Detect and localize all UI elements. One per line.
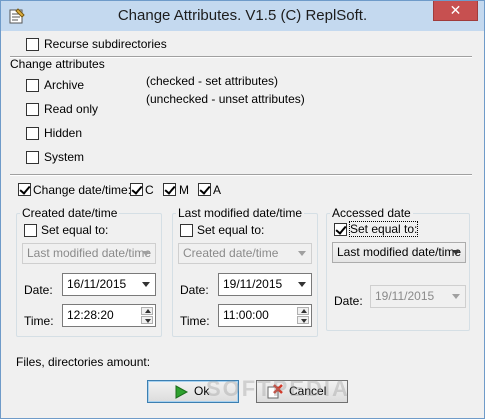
created-set-equal-checkbox[interactable] [24,224,37,237]
accessed-date-label: Date: [334,294,363,308]
modified-date-label: Date: [180,283,209,297]
modified-date-value: 19/11/2015 [223,277,283,291]
change-attributes-heading: Change attributes [10,57,105,71]
dialog-window: Change Attributes. V1.5 (C) ReplSoft. ✕ … [0,0,485,419]
read-only-label[interactable]: Read only [44,102,98,116]
accessed-date-value: 19/11/2015 [375,289,435,303]
change-datetime-checkbox[interactable] [18,183,31,196]
accessed-source-select[interactable]: Last modified date/time [332,242,466,263]
c-label[interactable]: C [145,183,154,197]
modified-set-equal-checkbox[interactable] [180,224,193,237]
a-label[interactable]: A [213,183,221,197]
spin-up-icon[interactable] [297,307,309,315]
spin-down-icon[interactable] [141,316,153,324]
hint-checked: (checked - set attributes) [146,74,279,88]
archive-checkbox[interactable] [26,79,39,92]
recurse-checkbox[interactable] [26,38,39,51]
created-date-value: 16/11/2015 [67,277,127,291]
window-title: Change Attributes. V1.5 (C) ReplSoft. [117,7,368,24]
modified-time-value: 11:00:00 [223,308,269,322]
c-checkbox[interactable] [130,183,143,196]
amount-label: Files, directories amount: [16,355,151,369]
title-bar[interactable]: Change Attributes. V1.5 (C) ReplSoft. ✕ [1,1,484,31]
created-date-picker[interactable]: 16/11/2015 [62,273,156,296]
divider [10,174,472,176]
spin-down-icon[interactable] [297,316,309,324]
modified-date-picker[interactable]: 19/11/2015 [218,273,312,296]
dialog-body: Recurse subdirectories Change attributes… [8,31,477,413]
accessed-group-title: Accessed date [330,206,413,220]
modified-set-equal-label[interactable]: Set equal to: [197,223,264,237]
modified-time-picker[interactable]: 11:00:00 [218,304,312,327]
chevron-down-icon[interactable] [142,282,150,287]
modified-time-spinner[interactable] [297,307,309,324]
accessed-set-equal-label[interactable]: Set equal to: [348,221,419,237]
hint-unchecked: (unchecked - unset attributes) [146,92,305,106]
chevron-down-icon[interactable] [452,294,460,299]
modified-group-title: Last modified date/time [176,206,305,220]
recurse-label[interactable]: Recurse subdirectories [44,37,167,51]
spin-up-icon[interactable] [141,307,153,315]
created-time-label: Time: [24,314,54,328]
created-source-select[interactable]: Last modified date/time [22,243,156,264]
a-checkbox[interactable] [198,183,211,196]
change-datetime-label[interactable]: Change date/time: [33,183,131,197]
watermark: SOFTPEDIA [206,376,350,401]
modified-source-value: Created date/time [183,246,279,260]
archive-label[interactable]: Archive [44,78,84,92]
play-icon [175,385,189,399]
created-time-spinner[interactable] [141,307,153,324]
close-button[interactable]: ✕ [433,1,478,21]
system-label[interactable]: System [44,150,84,164]
chevron-down-icon [452,250,460,255]
m-checkbox[interactable] [163,183,176,196]
modified-source-select[interactable]: Created date/time [178,243,312,264]
modified-time-label: Time: [180,314,210,328]
created-date-label: Date: [24,283,53,297]
system-checkbox[interactable] [26,151,39,164]
read-only-checkbox[interactable] [26,103,39,116]
accessed-set-equal-checkbox[interactable] [334,223,347,236]
created-set-equal-label[interactable]: Set equal to: [41,223,108,237]
created-source-value: Last modified date/time [27,246,152,260]
created-time-value: 12:28:20 [67,308,114,322]
accessed-date-picker[interactable]: 19/11/2015 [370,285,466,308]
chevron-down-icon [142,251,150,256]
created-group-title: Created date/time [20,206,120,220]
chevron-down-icon[interactable] [298,282,306,287]
chevron-down-icon [298,251,306,256]
m-label[interactable]: M [179,183,189,197]
hidden-checkbox[interactable] [26,127,39,140]
created-time-picker[interactable]: 12:28:20 [62,304,156,327]
accessed-source-value: Last modified date/time [337,245,462,259]
hidden-label[interactable]: Hidden [44,126,82,140]
